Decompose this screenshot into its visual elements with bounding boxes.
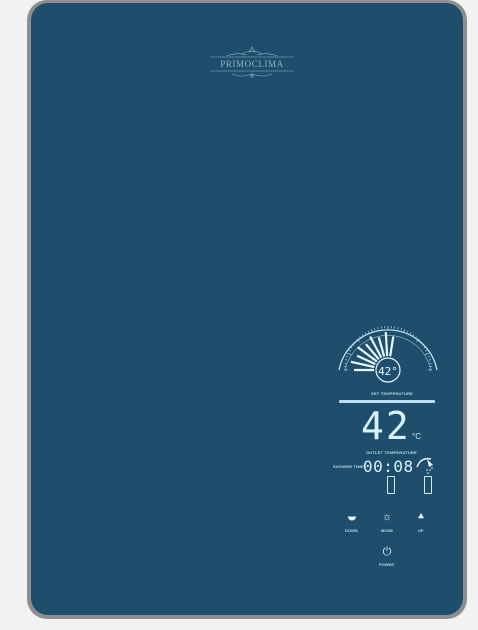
gauge-tick bbox=[409, 332, 412, 335]
gauge-tick bbox=[427, 356, 430, 358]
brand-logo: PRIMOCLIMA bbox=[207, 43, 297, 87]
outlet-temperature-value: 42 bbox=[361, 404, 411, 448]
gauge-tick bbox=[374, 328, 376, 331]
gauge-value: 42° bbox=[378, 365, 398, 378]
gauge-tick bbox=[346, 356, 349, 358]
power-label: POWER bbox=[379, 562, 395, 567]
gauge-tick bbox=[424, 352, 429, 355]
gauge-tick bbox=[347, 352, 352, 355]
down-button[interactable]: ⯋ bbox=[341, 508, 363, 526]
brand-name: PRIMOCLIMA bbox=[220, 59, 284, 69]
shower-time-label: SHOWER TIME bbox=[333, 464, 364, 469]
gauge-tick bbox=[406, 330, 409, 333]
chevron-down-icon: ⯋ bbox=[347, 511, 357, 523]
gauge-tick bbox=[348, 349, 351, 352]
water-heater-panel: PRIMOCLIMA 42° SET TEMPERATURE 42 °C OUT… bbox=[31, 3, 463, 615]
right-level-indicator bbox=[424, 476, 432, 494]
shower-head-icon bbox=[416, 457, 433, 474]
power-icon: ⏻ bbox=[382, 546, 392, 558]
gauge-tick bbox=[412, 334, 415, 337]
gauge-tick bbox=[367, 330, 370, 333]
gauge-ray bbox=[389, 336, 395, 357]
display-divider bbox=[339, 400, 435, 403]
temperature-unit: °C bbox=[412, 432, 421, 441]
set-temperature-label: SET TEMPERATURE bbox=[371, 391, 414, 396]
gauge-tick bbox=[361, 334, 364, 337]
down-label: DOWN bbox=[345, 528, 358, 533]
gauge-tick bbox=[350, 346, 353, 349]
gauge-ray bbox=[384, 332, 389, 357]
sun-icon: ☼ bbox=[381, 511, 393, 523]
up-label: UP bbox=[418, 528, 424, 533]
chevron-up-icon: ⯅ bbox=[416, 511, 426, 523]
temperature-gauge: 42° bbox=[338, 326, 438, 383]
left-level-indicator bbox=[387, 476, 395, 494]
gauge-tick bbox=[425, 349, 428, 352]
shower-time-value: 00:08 bbox=[363, 457, 414, 476]
mode-label: MODE bbox=[381, 528, 393, 533]
power-button[interactable]: ⏻ bbox=[376, 543, 398, 561]
gauge-tick bbox=[423, 346, 426, 349]
gauge-tick bbox=[364, 332, 367, 335]
up-button[interactable]: ⯅ bbox=[410, 508, 432, 526]
gauge-tick bbox=[400, 328, 402, 331]
outlet-temperature-label: OUTLET TEMPERATURE bbox=[366, 450, 417, 455]
mode-button[interactable]: ☼ bbox=[376, 508, 398, 526]
